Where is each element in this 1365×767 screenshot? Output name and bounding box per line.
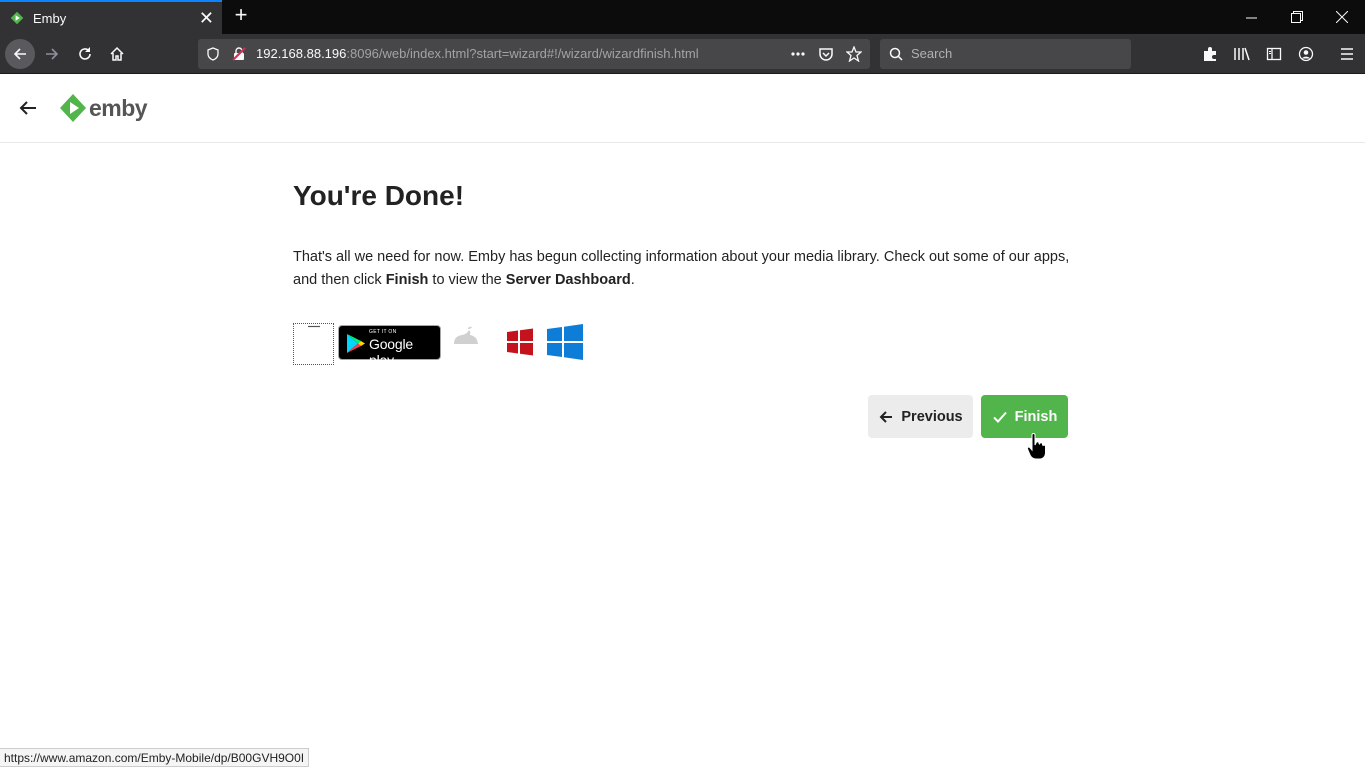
search-icon	[889, 47, 903, 61]
insecure-lock-icon[interactable]	[232, 47, 246, 61]
amazon-app-link[interactable]	[293, 323, 334, 365]
arrow-left-icon	[13, 48, 26, 60]
previous-button[interactable]: Previous	[868, 395, 973, 438]
search-placeholder: Search	[911, 46, 953, 61]
apple-app-link[interactable]	[451, 326, 483, 346]
reload-button[interactable]	[71, 40, 99, 68]
page-title: You're Done!	[293, 180, 465, 211]
home-button[interactable]	[103, 40, 131, 68]
emby-logo-icon	[60, 94, 86, 122]
arrow-left-icon	[879, 410, 893, 423]
windows-store-link[interactable]	[546, 323, 584, 361]
amazon-badge-icon	[308, 325, 320, 328]
minimize-icon[interactable]	[1228, 0, 1274, 34]
wizard-finish-content: You're Done! That's all we need for now.…	[293, 176, 1073, 292]
description-finish-bold: Finish	[385, 272, 429, 288]
windows-phone-link[interactable]	[506, 328, 534, 356]
menu-hamburger-icon[interactable]	[1336, 43, 1358, 65]
description-dashboard-bold: Server Dashboard	[505, 272, 631, 288]
browser-forward-button[interactable]	[38, 40, 66, 68]
windows-red-icon	[507, 328, 533, 356]
google-play-icon	[347, 334, 365, 353]
search-input[interactable]: Search	[880, 39, 1131, 69]
finish-label: Finish	[1014, 408, 1058, 425]
finish-description: That's all we need for now. Emby has beg…	[293, 246, 1073, 292]
extensions-icon[interactable]	[1199, 43, 1221, 65]
url-path: :8096/web/index.html?start=wizard#!/wiza…	[346, 46, 699, 61]
arrow-left-icon	[19, 101, 36, 115]
gplay-small-text: GET IT ON	[369, 329, 397, 335]
finish-button[interactable]: Finish	[981, 395, 1068, 438]
tab-title: Emby	[33, 10, 67, 26]
emby-favicon-icon	[10, 11, 24, 25]
check-icon	[992, 411, 1007, 423]
sidebar-icon[interactable]	[1263, 43, 1285, 65]
window-close-icon[interactable]	[1319, 0, 1365, 34]
description-text: .	[630, 272, 635, 288]
app-header: emby	[0, 74, 1365, 143]
hand-cursor-icon	[1027, 433, 1046, 460]
restore-icon[interactable]	[1274, 0, 1320, 34]
shield-icon[interactable]	[206, 47, 220, 61]
google-play-link[interactable]: GET IT ON Google play	[338, 325, 441, 368]
home-icon	[110, 46, 124, 61]
library-icon[interactable]	[1231, 43, 1253, 65]
description-text: to view the	[428, 272, 506, 288]
reload-icon	[79, 47, 91, 60]
account-icon[interactable]	[1295, 43, 1317, 65]
browser-tab-bar: Emby ✕ +	[0, 0, 1365, 34]
gplay-big-text: Google play	[369, 336, 413, 368]
url-bar[interactable]: 192.168.88.196:8096/web/index.html?start…	[198, 39, 870, 69]
more-actions-icon[interactable]	[790, 48, 806, 60]
url-host: 192.168.88.196	[256, 46, 347, 61]
previous-label: Previous	[901, 408, 963, 425]
browser-back-button[interactable]	[5, 39, 35, 69]
browser-status-bar: https://www.amazon.com/Emby-Mobile/dp/B0…	[0, 748, 310, 767]
browser-nav-bar: 192.168.88.196:8096/web/index.html?start…	[0, 34, 1365, 74]
browser-tab-emby[interactable]: Emby ✕	[0, 0, 222, 34]
pocket-icon[interactable]	[818, 46, 834, 62]
bookmark-star-icon[interactable]	[846, 46, 862, 62]
apple-icon	[454, 326, 478, 344]
arrow-right-icon	[46, 48, 59, 60]
url-text: 192.168.88.196:8096/web/index.html?start…	[256, 46, 699, 61]
new-tab-button[interactable]: +	[230, 4, 252, 28]
logo-text: emby	[89, 94, 148, 121]
windows-blue-icon	[547, 324, 583, 360]
emby-logo[interactable]: emby	[60, 94, 148, 122]
header-back-button[interactable]	[14, 94, 42, 122]
tab-close-icon[interactable]: ✕	[199, 8, 214, 28]
